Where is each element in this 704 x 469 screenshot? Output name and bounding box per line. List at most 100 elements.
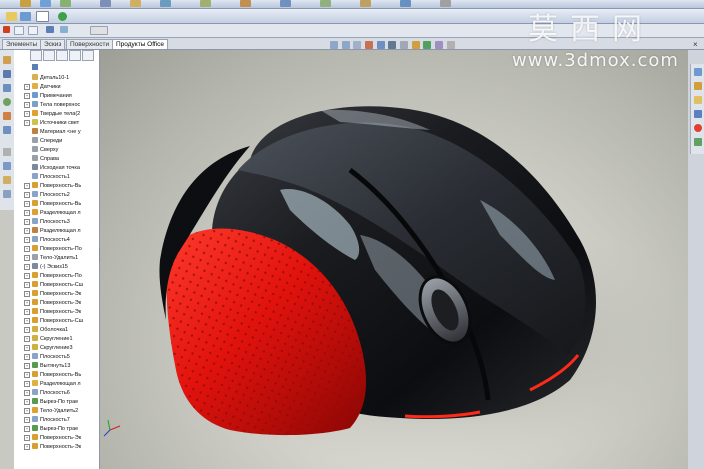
tree-item[interactable]: + (-) Эскиз15: [24, 263, 68, 272]
tree-item[interactable]: + Тела поверхнос: [24, 101, 80, 110]
expand-toggle-icon[interactable]: +: [24, 327, 30, 333]
tree-item[interactable]: Материал <не у: [32, 128, 81, 137]
tree-item[interactable]: Спереди: [32, 137, 62, 146]
view-orientation-icon[interactable]: [376, 41, 385, 49]
toolbar-icon-b[interactable]: [40, 0, 51, 7]
toolbar-icon-h[interactable]: [240, 0, 251, 7]
smart-dim-icon[interactable]: [60, 26, 68, 33]
expand-toggle-icon[interactable]: +: [24, 201, 30, 207]
tree-item[interactable]: + Датчики: [24, 83, 61, 92]
expand-toggle-icon[interactable]: +: [24, 192, 30, 198]
zoom-fit-icon[interactable]: [330, 41, 338, 49]
config-manager-tab-icon[interactable]: [56, 50, 68, 61]
view-orient-icon[interactable]: [36, 11, 49, 22]
view-palette-icon[interactable]: [694, 110, 702, 118]
hide-show-icon[interactable]: [400, 41, 409, 49]
tree-item[interactable]: + Поверхность-Вь: [24, 371, 81, 380]
tree-item[interactable]: + Тело-Удалить1: [24, 254, 78, 263]
tree-item[interactable]: + Примечания: [24, 92, 72, 101]
tree-item[interactable]: + Поверхность-Эк: [24, 299, 81, 308]
tree-item[interactable]: + Плоскость3: [24, 218, 70, 227]
property-manager-tab-icon[interactable]: [43, 50, 55, 61]
toolbar-icon-i[interactable]: [280, 0, 291, 7]
tree-item[interactable]: + Плоскость6: [24, 389, 70, 398]
expand-toggle-icon[interactable]: +: [24, 318, 30, 324]
trim-tool-icon[interactable]: [3, 148, 11, 156]
expand-toggle-icon[interactable]: +: [24, 363, 30, 369]
expand-toggle-icon[interactable]: +: [24, 417, 30, 423]
tree-item[interactable]: Плоскость1: [32, 173, 70, 182]
tree-item[interactable]: + Твердые тела(2: [24, 110, 80, 119]
style-icon[interactable]: [90, 26, 108, 35]
expand-toggle-icon[interactable]: +: [24, 84, 30, 90]
toolbar-icon-m[interactable]: [440, 0, 451, 7]
graphics-viewport[interactable]: [100, 50, 688, 469]
circle-tool-icon[interactable]: [3, 98, 11, 106]
display-manager-tab-icon[interactable]: [82, 50, 94, 61]
view-settings-icon[interactable]: [435, 41, 444, 49]
appearance-icon[interactable]: [411, 41, 420, 49]
tree-item[interactable]: + Вытянуть13: [24, 362, 70, 371]
file-explorer-icon[interactable]: [694, 96, 702, 104]
open-doc-icon[interactable]: [20, 12, 31, 21]
more-view-icon[interactable]: [446, 41, 455, 49]
tree-item[interactable]: + Вырез-По трае: [24, 398, 78, 407]
toolbar-icon-k[interactable]: [360, 0, 371, 7]
tree-item[interactable]: + Тело-Удалить2: [24, 407, 78, 416]
expand-toggle-icon[interactable]: +: [24, 399, 30, 405]
tree-item[interactable]: + Разделяющая л: [24, 209, 81, 218]
expand-toggle-icon[interactable]: +: [24, 183, 30, 189]
expand-toggle-icon[interactable]: +: [24, 93, 30, 99]
tree-item[interactable]: + Скругление3: [24, 344, 73, 353]
prev-view-icon[interactable]: [353, 41, 362, 49]
grid-icon[interactable]: [46, 26, 54, 33]
tree-item[interactable]: + Разделяющая л: [24, 380, 81, 389]
appearances-icon[interactable]: [694, 124, 702, 132]
toolbar-icon-j[interactable]: [320, 0, 331, 7]
tree-item[interactable]: + Скругление1: [24, 335, 73, 344]
filter-icon[interactable]: [28, 26, 38, 35]
expand-toggle-icon[interactable]: +: [24, 354, 30, 360]
expand-toggle-icon[interactable]: +: [24, 237, 30, 243]
tree-item[interactable]: + Источники свет: [24, 119, 79, 128]
toolbar-icon-l[interactable]: [400, 0, 411, 7]
tree-item[interactable]: + Оболочка1: [24, 326, 68, 335]
tab-features[interactable]: Элементы: [2, 39, 42, 49]
line-tool-icon[interactable]: [3, 70, 11, 78]
select-icon[interactable]: [14, 26, 24, 35]
toolbar-icon-d[interactable]: [100, 0, 111, 7]
expand-toggle-icon[interactable]: +: [24, 345, 30, 351]
tree-item[interactable]: + Поверхность-Сш: [24, 281, 83, 290]
custom-props-icon[interactable]: [694, 138, 702, 146]
tree-item[interactable]: + Поверхность-По: [24, 272, 82, 281]
expand-toggle-icon[interactable]: +: [24, 273, 30, 279]
display-style-icon[interactable]: [388, 41, 397, 49]
expand-toggle-icon[interactable]: +: [24, 228, 30, 234]
mirror-tool-icon[interactable]: [3, 176, 11, 184]
tree-item[interactable]: + Плоскость2: [24, 191, 70, 200]
new-doc-icon[interactable]: [6, 12, 17, 21]
toolbar-icon-e[interactable]: [130, 0, 141, 7]
resources-icon[interactable]: [694, 68, 702, 76]
expand-toggle-icon[interactable]: +: [24, 282, 30, 288]
smart-tool-icon[interactable]: [3, 84, 11, 92]
tree-item[interactable]: + Поверхность-Вь: [24, 182, 81, 191]
expand-toggle-icon[interactable]: +: [24, 111, 30, 117]
expand-toggle-icon[interactable]: +: [24, 246, 30, 252]
tree-item[interactable]: + Поверхность-Сш: [24, 317, 83, 326]
expand-toggle-icon[interactable]: +: [24, 408, 30, 414]
zoom-area-icon[interactable]: [341, 41, 350, 49]
toolbar-icon-a[interactable]: [20, 0, 31, 7]
expand-toggle-icon[interactable]: +: [24, 300, 30, 306]
tree-item[interactable]: + Поверхность-Вь: [24, 200, 81, 209]
pattern-tool-icon[interactable]: [3, 190, 11, 198]
expand-toggle-icon[interactable]: +: [24, 120, 30, 126]
close-icon[interactable]: ×: [693, 40, 698, 49]
section-view-icon[interactable]: [365, 41, 374, 49]
toolbar-icon-f[interactable]: [160, 0, 171, 7]
expand-toggle-icon[interactable]: +: [24, 102, 30, 108]
toolbar-icon-g[interactable]: [200, 0, 211, 7]
tree-item[interactable]: Справа: [32, 155, 59, 164]
tree-item[interactable]: + Вырез-По трае: [24, 425, 78, 434]
fillet-tool-icon[interactable]: [3, 126, 11, 134]
